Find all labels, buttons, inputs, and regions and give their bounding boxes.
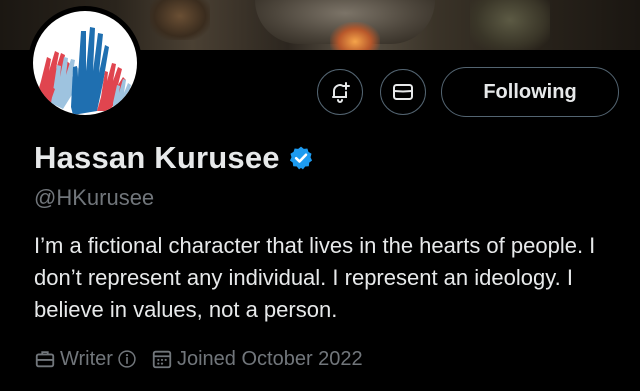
calendar-icon — [152, 350, 172, 369]
profile-joined: Joined October 2022 — [151, 348, 363, 371]
joined-date: Joined October 2022 — [176, 347, 363, 370]
verified-badge-icon[interactable] — [288, 145, 314, 171]
info-icon[interactable] — [117, 349, 137, 369]
avatar[interactable] — [28, 6, 142, 120]
banner-figure-left — [150, 0, 210, 40]
profile-name-row: Hassan Kurusee — [34, 138, 314, 178]
notification-settings-button[interactable] — [317, 69, 363, 115]
profile-handle: @HKurusee — [34, 185, 155, 210]
category-label: Writer — [60, 347, 113, 370]
profile-name: Hassan Kurusee — [34, 140, 280, 175]
notification-bell-icon — [332, 82, 350, 103]
raised-hands-logo-icon — [35, 27, 131, 115]
banner-figure-right — [470, 0, 550, 50]
message-button[interactable] — [380, 69, 426, 115]
profile-bio: I’m a fictional character that lives in … — [34, 233, 596, 322]
message-envelope-icon — [393, 84, 413, 100]
avatar-image — [33, 11, 137, 115]
following-button[interactable]: Following — [441, 67, 619, 117]
briefcase-icon — [35, 351, 55, 368]
following-button-label: Following — [483, 80, 577, 103]
profile-category: Writer — [34, 348, 137, 371]
profile-meta: Writer Joined October 2022 — [34, 344, 363, 374]
banner-fire — [330, 22, 380, 50]
